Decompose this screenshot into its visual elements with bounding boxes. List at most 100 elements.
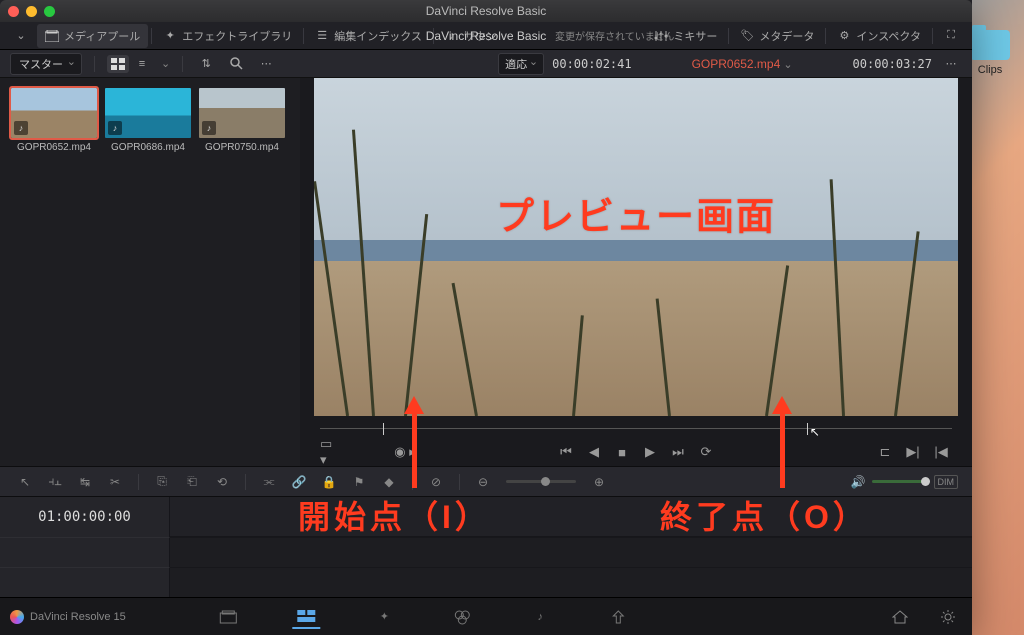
scrub-bar[interactable]: ↖ (320, 420, 952, 438)
insert-button[interactable]: ⊏ (874, 442, 896, 462)
blade-tool[interactable]: ✂ (104, 472, 126, 492)
replace-clip-button[interactable]: ⟲ (211, 472, 233, 492)
marker-button[interactable]: ◆ (378, 472, 400, 492)
clip-item[interactable]: ♪ GOPR0686.mp4 (104, 88, 192, 153)
media-pool-icon (45, 29, 59, 43)
lock-button[interactable]: 🔒 (318, 472, 340, 492)
folder-icon (970, 30, 1010, 60)
track-body[interactable] (170, 567, 972, 597)
close-icon[interactable] (8, 6, 19, 17)
fusion-page-button[interactable]: ✦ (370, 605, 398, 629)
page-navigation: DaVinci Resolve 15 ✦ ♪ (0, 597, 972, 635)
fit-select[interactable]: 適応 (498, 53, 544, 75)
media-pool-tab[interactable]: メディアプール (37, 24, 148, 48)
snap-button[interactable]: ⫘ (258, 472, 280, 492)
first-frame-button[interactable]: ⏮ (555, 442, 577, 462)
play-button[interactable]: ▶ (639, 442, 661, 462)
clip-item[interactable]: ♪ GOPR0652.mp4 (10, 88, 98, 153)
overwrite-button[interactable]: ▶| (902, 442, 924, 462)
match-frame-button[interactable]: ◉ ▸ (394, 442, 416, 462)
sound-icon: ♪ (445, 29, 459, 43)
tag-icon: 🏷 (740, 29, 754, 43)
home-button[interactable] (886, 605, 914, 629)
mixer-tab[interactable]: ミキサー (646, 24, 725, 48)
list-view-button[interactable]: ≡ (131, 55, 153, 73)
audio-badge-icon: ♪ (14, 121, 28, 135)
zoom-icon[interactable] (44, 6, 55, 17)
edit-index-tab[interactable]: ☰ 編集インデックス (307, 24, 430, 48)
flag-button[interactable]: ⚑ (348, 472, 370, 492)
folder-label: Clips (968, 64, 1012, 76)
in-point-marker[interactable] (383, 423, 384, 435)
track-header[interactable] (0, 567, 170, 597)
insert-clip-button[interactable]: ⎘ (151, 472, 173, 492)
video-preview[interactable]: プレビュー画面 (314, 78, 958, 416)
list-icon: ☰ (315, 29, 329, 43)
pool-options-button[interactable]: ⋯ (255, 55, 277, 73)
track-header[interactable] (0, 537, 170, 567)
timeline-ruler[interactable] (170, 497, 972, 537)
window-title: DaVinci Resolve Basic (0, 4, 972, 18)
brand-label: DaVinci Resolve 15 (30, 611, 126, 623)
selection-tool[interactable]: ↖ (14, 472, 36, 492)
overwrite-clip-button[interactable]: ⎗ (181, 472, 203, 492)
timeline: 01:00:00:00 (0, 496, 972, 597)
out-timecode: 00:00:03:27 (853, 57, 932, 71)
last-frame-button[interactable]: ⏭ (667, 442, 689, 462)
desktop-folder[interactable]: Clips (968, 30, 1012, 76)
track-body[interactable] (170, 537, 972, 567)
viewer-options-button[interactable]: ⋯ (940, 55, 962, 73)
clip-item[interactable]: ♪ GOPR0750.mp4 (198, 88, 286, 153)
stop-button[interactable]: ■ (611, 442, 633, 462)
speaker-icon[interactable]: 🔊 (851, 475, 866, 489)
zoom-in-button[interactable]: ⊕ (588, 472, 610, 492)
edit-page-button[interactable] (292, 605, 320, 629)
fairlight-page-button[interactable]: ♪ (526, 605, 554, 629)
viewer-mode-button[interactable]: ▭ ▾ (320, 442, 342, 462)
sub-toolbar: マスター ≡ ⌄ ⇅ ⋯ 適応 00:00:02:41 GOPR0652.mp4… (0, 50, 972, 78)
timeline-timecode: 01:00:00:00 (0, 497, 170, 537)
settings-button[interactable] (934, 605, 962, 629)
minimize-icon[interactable] (26, 6, 37, 17)
media-page-button[interactable] (214, 605, 242, 629)
effects-icon: ✦ (163, 29, 177, 43)
zoom-slider[interactable] (506, 480, 576, 483)
viewer-clip-name: GOPR0652.mp4 (692, 57, 781, 71)
trim-tool[interactable]: ⫞⫠ (44, 472, 66, 492)
clip-thumbnail: ♪ (199, 88, 285, 138)
bypass-button[interactable]: ⊘ (425, 472, 447, 492)
deliver-page-button[interactable] (604, 605, 632, 629)
search-button[interactable] (225, 55, 247, 73)
dynamic-trim-tool[interactable]: ↹ (74, 472, 96, 492)
sort-button[interactable]: ⇅ (195, 55, 217, 73)
play-reverse-button[interactable]: ◀ (583, 442, 605, 462)
transport-controls: ▭ ▾ ◉ ▸ ⏮ ◀ ■ ▶ ⏭ ⟳ ⊏ ▶| |◀ (300, 438, 972, 466)
inspector-tab[interactable]: ⚙ インスペクタ (829, 24, 929, 48)
replace-button[interactable]: |◀ (930, 442, 952, 462)
color-page-button[interactable] (448, 605, 476, 629)
sound-tab[interactable]: ♪ サウン (437, 24, 505, 48)
thumbnail-view-button[interactable] (107, 55, 129, 73)
dim-button[interactable]: DIM (934, 475, 959, 489)
expand-button[interactable]: ⌄ (6, 25, 36, 47)
workspace-bar: ⌄ メディアプール ✦ エフェクトライブラリ ☰ 編集インデックス ♪ サウン … (0, 22, 972, 50)
clip-thumbnail: ♪ (11, 88, 97, 138)
edit-index-label: 編集インデックス (334, 28, 422, 44)
in-timecode: 00:00:02:41 (552, 57, 631, 71)
bin-select[interactable]: マスター (10, 53, 82, 75)
effects-tab[interactable]: ✦ エフェクトライブラリ (155, 24, 300, 48)
zoom-out-button[interactable]: ⊖ (472, 472, 494, 492)
loop-button[interactable]: ⟳ (695, 442, 717, 462)
clip-name: GOPR0686.mp4 (111, 142, 185, 153)
link-button[interactable]: 🔗 (288, 472, 310, 492)
metadata-tab[interactable]: 🏷 メタデータ (732, 24, 822, 48)
audio-badge-icon: ♪ (202, 121, 216, 135)
out-point-marker[interactable] (807, 423, 808, 435)
clip-thumbnail: ♪ (105, 88, 191, 138)
sound-label: サウン (464, 28, 497, 44)
metadata-label: メタデータ (759, 28, 814, 44)
fullscreen-button[interactable]: ⛶ (936, 25, 966, 47)
volume-slider[interactable] (872, 480, 928, 483)
mixer-label: ミキサー (673, 28, 717, 44)
clip-name: GOPR0652.mp4 (17, 142, 91, 153)
